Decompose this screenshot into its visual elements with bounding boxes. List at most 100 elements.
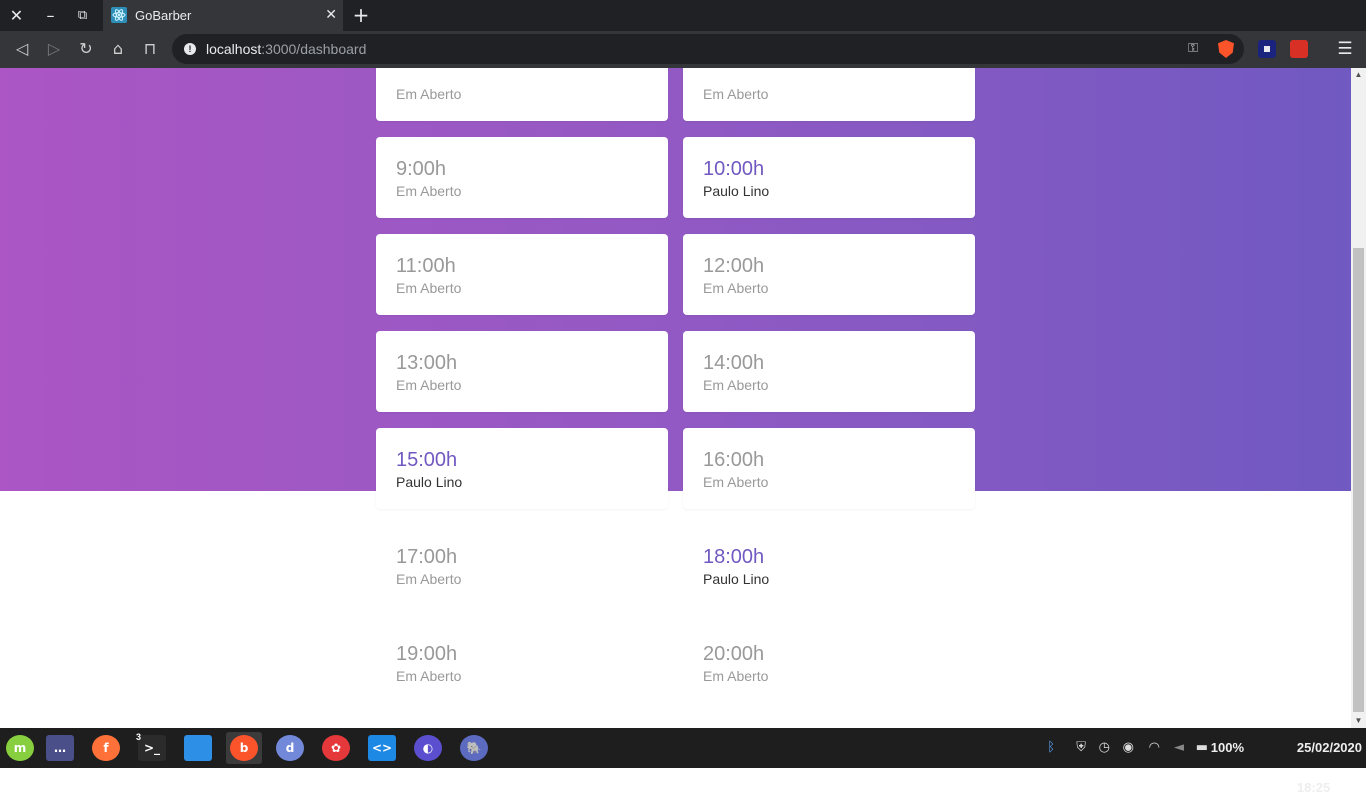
brave-shield-icon[interactable]	[1218, 40, 1234, 58]
appointment-time: 19:00h	[396, 643, 458, 665]
appointment-time: 20:00h	[703, 643, 765, 665]
key-icon[interactable]: ⚿	[1188, 34, 1198, 64]
url-path: :3000/dashboard	[261, 41, 367, 57]
client-name: Paulo Lino	[703, 183, 770, 199]
bluetooth-icon[interactable]: ᛒ	[1047, 728, 1055, 768]
back-icon[interactable]: ◁	[9, 36, 35, 62]
appointment-time: 15:00h	[396, 449, 458, 471]
vscode-launcher[interactable]: <>	[364, 732, 400, 764]
linux-mint-menu-launcher[interactable]: m	[2, 732, 38, 764]
appointment-card-open[interactable]: Em Aberto	[376, 68, 668, 121]
slot-status: Em Aberto	[703, 280, 769, 296]
terminal-launcher[interactable]: >_ 3	[134, 732, 170, 764]
slot-status: Em Aberto	[396, 86, 462, 102]
forward-icon[interactable]: ▷	[41, 36, 67, 62]
info-icon[interactable]: !	[184, 43, 196, 55]
appointment-time: 10:00h	[703, 158, 765, 180]
dashboard-page: Em Aberto Em Aberto 9:00h Em Aberto 10:00h Pa…	[0, 68, 1351, 728]
discord-launcher[interactable]: d	[272, 732, 308, 764]
restore-icon[interactable]: ⧉	[66, 0, 99, 31]
appointment-time: 17:00h	[396, 546, 458, 568]
vscode-icon: <>	[368, 735, 396, 761]
close-icon[interactable]: ✕	[0, 0, 33, 31]
shield-icon[interactable]: ⛨	[1076, 728, 1086, 768]
app-moon-icon: ◐	[414, 735, 442, 761]
nvidia-icon[interactable]: ◉	[1123, 728, 1134, 768]
slot-status: Em Aberto	[396, 571, 462, 587]
appointment-card-open[interactable]: 9:00h Em Aberto	[376, 137, 668, 218]
brave-launcher[interactable]: b	[226, 732, 262, 764]
browser-toolbar: ◁ ▷ ↻ ⌂ ⊓ ! localhost:3000/dashboard ⚿ ☰	[0, 31, 1366, 68]
reload-icon[interactable]: ↻	[73, 36, 99, 62]
appointment-time: 13:00h	[396, 352, 458, 374]
appointment-time: 14:00h	[703, 352, 765, 374]
appointment-time: 12:00h	[703, 255, 765, 277]
client-name: Paulo Lino	[396, 474, 463, 490]
terminal-icon: >_	[138, 735, 166, 761]
battery-icon[interactable]: ▬	[1196, 728, 1208, 768]
clock-icon[interactable]: ◷	[1099, 728, 1110, 768]
linux-mint-menu-icon: m	[6, 735, 34, 761]
client-name: Paulo Lino	[703, 571, 770, 587]
appointment-time: 18:00h	[703, 546, 765, 568]
appointment-card-booked[interactable]: 10:00h Paulo Lino	[683, 137, 975, 218]
appointment-card-booked[interactable]: 18:00h Paulo Lino	[683, 525, 975, 606]
firefox-launcher[interactable]: f	[88, 732, 124, 764]
bookmark-icon[interactable]: ⊓	[137, 36, 163, 62]
discord-icon: d	[276, 735, 304, 761]
battery-level: 100%	[1210, 740, 1244, 755]
show-desktop-launcher[interactable]: …	[42, 732, 78, 764]
address-bar[interactable]: ! localhost:3000/dashboard ⚿	[172, 34, 1244, 64]
slot-status: Em Aberto	[703, 377, 769, 393]
appointment-card-open[interactable]: 16:00h Em Aberto	[683, 428, 975, 509]
files-launcher[interactable]	[180, 732, 216, 764]
plus-icon[interactable]: +	[350, 0, 372, 31]
slot-status: Em Aberto	[703, 668, 769, 684]
appointment-card-open[interactable]: 17:00h Em Aberto	[376, 525, 668, 606]
slot-status: Em Aberto	[396, 377, 462, 393]
app-moon-launcher[interactable]: ◐	[410, 732, 446, 764]
files-icon	[184, 735, 212, 761]
scroll-up-icon[interactable]: ▲	[1351, 68, 1366, 82]
scrollbar-thumb[interactable]	[1353, 248, 1364, 712]
slot-status: Em Aberto	[396, 183, 462, 199]
extension-icon[interactable]	[1290, 40, 1308, 58]
tab-close-icon[interactable]: ✕	[325, 0, 337, 31]
app-red-icon: ✿	[322, 735, 350, 761]
appointment-card-open[interactable]: 11:00h Em Aberto	[376, 234, 668, 315]
appointment-card-open[interactable]: 20:00h Em Aberto	[683, 622, 975, 703]
appointment-time: 11:00h	[396, 255, 456, 277]
appointment-card-open[interactable]: 14:00h Em Aberto	[683, 331, 975, 412]
tab-gobarber[interactable]: GoBarber ✕	[103, 0, 343, 31]
slot-status: Em Aberto	[396, 668, 462, 684]
menu-icon[interactable]: ☰	[1335, 36, 1355, 62]
app-red-launcher[interactable]: ✿	[318, 732, 354, 764]
appointment-card-open[interactable]: 19:00h Em Aberto	[376, 622, 668, 703]
gradient-background	[0, 68, 1351, 491]
app-elephant-launcher[interactable]: 🐘	[456, 732, 492, 764]
volume-icon[interactable]: ◄	[1174, 728, 1184, 768]
slot-status: Em Aberto	[703, 474, 769, 490]
brave-icon: b	[230, 735, 258, 761]
appointment-card-open[interactable]: Em Aberto	[683, 68, 975, 121]
show-desktop-icon: …	[46, 735, 74, 761]
clock-datetime[interactable]: 25/02/2020 18:25	[1297, 728, 1362, 808]
firefox-icon: f	[92, 735, 120, 761]
url-host: localhost	[206, 41, 262, 57]
extension-icon[interactable]	[1258, 40, 1276, 58]
slot-status: Em Aberto	[703, 86, 769, 102]
scroll-down-icon[interactable]: ▼	[1351, 714, 1366, 728]
appointment-time: 16:00h	[703, 449, 765, 471]
window-count-badge: 3	[136, 732, 142, 742]
appointment-card-open[interactable]: 12:00h Em Aberto	[683, 234, 975, 315]
appointment-card-booked[interactable]: 15:00h Paulo Lino	[376, 428, 668, 509]
minimize-icon[interactable]: –	[34, 0, 67, 31]
scrollbar[interactable]: ▲ ▼	[1351, 68, 1366, 728]
url-text[interactable]: localhost:3000/dashboard	[206, 34, 366, 64]
appointment-card-open[interactable]: 13:00h Em Aberto	[376, 331, 668, 412]
wifi-icon[interactable]: ◠	[1149, 728, 1160, 768]
appointment-time: 9:00h	[396, 158, 447, 180]
app-elephant-icon: 🐘	[460, 735, 488, 761]
home-icon[interactable]: ⌂	[105, 36, 131, 62]
slot-status: Em Aberto	[396, 280, 462, 296]
